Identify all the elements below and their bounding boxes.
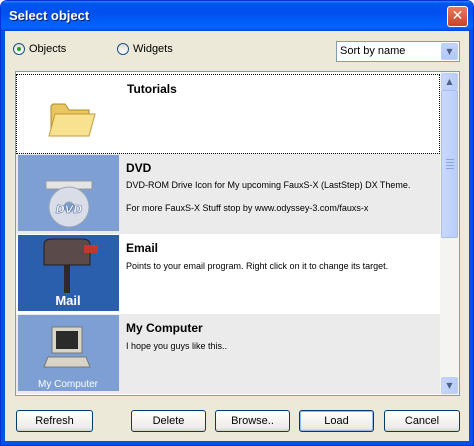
dvd-icon: DVD <box>18 155 119 231</box>
item-description: DVD-ROM Drive Icon for My upcoming FauxS… <box>126 180 411 190</box>
list-item[interactable]: DVD DVD DVD-ROM Drive Icon for My upcomi… <box>16 154 440 234</box>
vertical-scrollbar[interactable]: ▲ ▼ <box>440 72 459 395</box>
close-button[interactable]: ✕ <box>447 6 468 27</box>
item-title: DVD <box>126 161 152 175</box>
select-object-dialog: Select object ✕ Objects Widgets Sort by … <box>0 0 474 446</box>
radio-widgets-indicator[interactable] <box>117 43 129 55</box>
item-description-extra: For more FauxS-X Stuff stop by www.odyss… <box>126 203 369 213</box>
cancel-button[interactable]: Cancel <box>384 410 460 432</box>
object-list-items: Tutorials DVD DVD DVD-ROM Drive Icon for… <box>16 72 440 395</box>
item-title: Tutorials <box>127 82 177 96</box>
window-border-bottom <box>1 441 473 445</box>
list-item[interactable]: Mail Email Points to your email program.… <box>16 234 440 314</box>
browse-button[interactable]: Browse.. <box>215 410 290 432</box>
item-description: I hope you guys like this.. <box>126 341 228 351</box>
list-item[interactable]: Tutorials <box>16 74 440 154</box>
load-button[interactable]: Load <box>299 410 374 432</box>
list-item[interactable]: My Computer My Computer I hope you guys … <box>16 314 440 394</box>
radio-widgets[interactable]: Widgets <box>117 43 173 55</box>
computer-caption: My Computer <box>38 379 99 390</box>
window-border-left <box>1 31 5 445</box>
item-title: Email <box>126 241 159 255</box>
object-list[interactable]: Tutorials DVD DVD DVD-ROM Drive Icon for… <box>15 71 460 396</box>
delete-button[interactable]: Delete <box>131 410 206 432</box>
scroll-up-button[interactable]: ▲ <box>441 73 458 90</box>
chevron-down-icon[interactable]: ▼ <box>441 43 458 60</box>
computer-icon: My Computer <box>18 315 119 391</box>
mail-caption: Mail <box>55 293 80 308</box>
item-description: Points to your email program. Right clic… <box>126 261 389 271</box>
scroll-grip <box>446 159 454 160</box>
refresh-button[interactable]: Refresh <box>16 410 93 432</box>
radio-objects-indicator[interactable] <box>13 43 25 55</box>
title-bar[interactable]: Select object ✕ <box>1 1 473 31</box>
radio-widgets-label: Widgets <box>133 43 173 55</box>
scroll-grip <box>446 168 454 169</box>
window-title: Select object <box>9 8 90 23</box>
dvd-caption: DVD <box>56 203 83 216</box>
window-border-right <box>469 31 473 445</box>
scroll-down-button[interactable]: ▼ <box>441 377 458 394</box>
sort-dropdown[interactable]: Sort by name ▼ <box>336 41 460 62</box>
scroll-grip <box>446 162 454 163</box>
mailbox-icon: Mail <box>18 235 119 311</box>
radio-objects-label: Objects <box>29 43 67 55</box>
folder-icon <box>19 76 120 152</box>
scroll-thumb[interactable] <box>441 90 458 238</box>
item-title: My Computer <box>126 321 203 335</box>
scroll-grip <box>446 165 454 166</box>
sort-dropdown-value: Sort by name <box>340 45 406 57</box>
radio-objects[interactable]: Objects <box>13 43 66 55</box>
